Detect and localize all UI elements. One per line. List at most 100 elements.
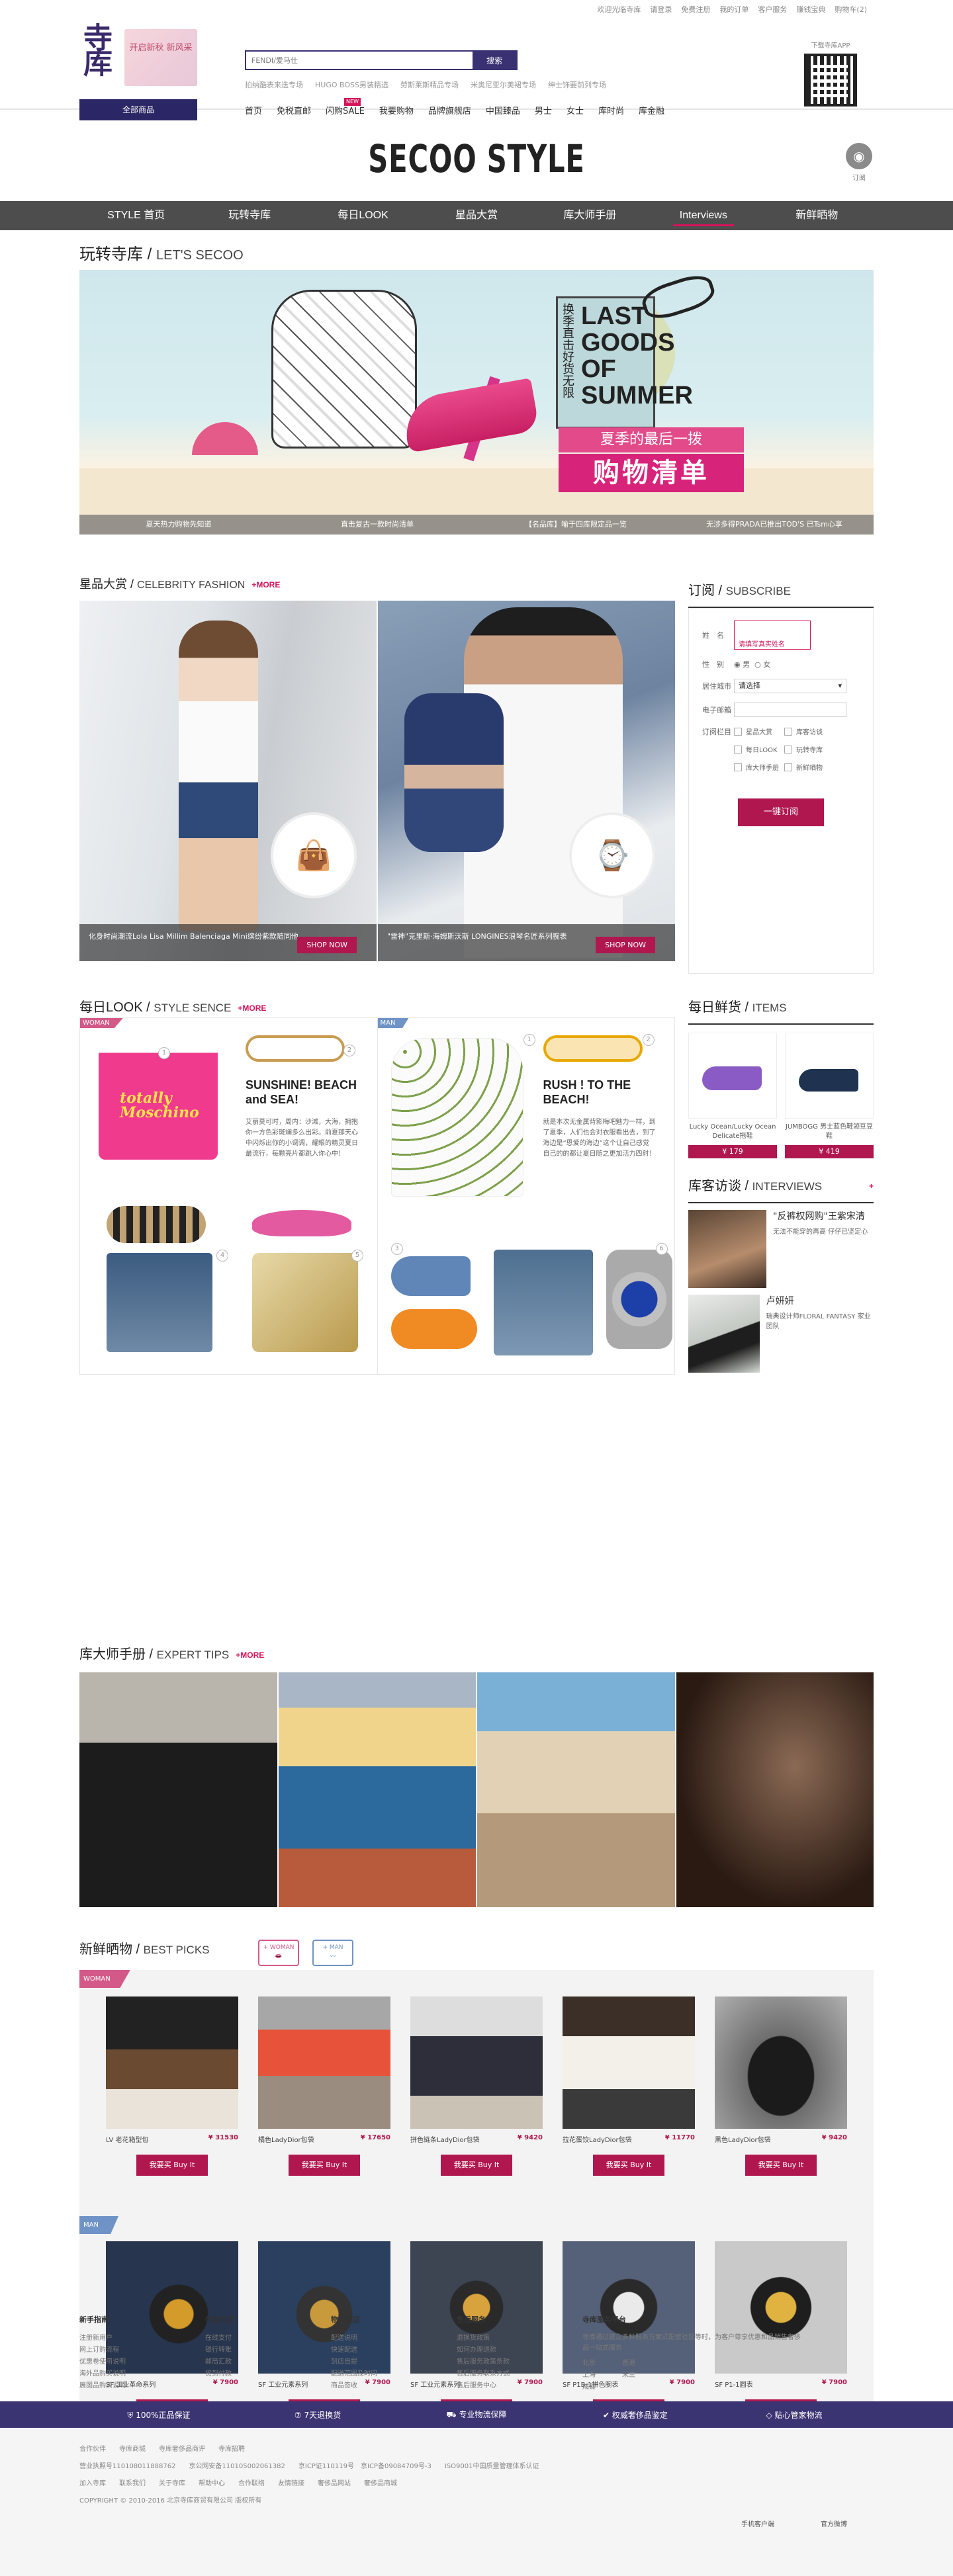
more-link[interactable]: +MORE	[236, 1651, 264, 1660]
top-link-cart[interactable]: 购物车(2)	[835, 4, 867, 15]
man-filter-chip[interactable]: + MAN 〰	[312, 1940, 353, 1966]
interview-item[interactable]: 卢妍妍 瑞典设计师FLORAL FANTASY 家业团队	[688, 1295, 874, 1373]
more-link[interactable]: +MORE	[238, 1004, 266, 1013]
footer-link[interactable]: 商品签收	[331, 2380, 457, 2392]
top-link-service[interactable]: 客户服务	[758, 4, 787, 15]
sunglasses-icon	[246, 1035, 345, 1062]
channel-checkbox[interactable]: 每日LOOK	[734, 744, 779, 754]
footer-link[interactable]: 到店自提	[331, 2356, 457, 2368]
top-link-register[interactable]: 免费注册	[681, 4, 710, 15]
style-nav: STYLE 首页 玩转寺库 每日LOOK 星品大赏 库大师手册 Intervie…	[0, 201, 953, 230]
city-select[interactable]: 请选择 ▾	[734, 679, 846, 693]
style-tab[interactable]: 玩转寺库	[193, 201, 306, 230]
style-tab[interactable]: 库大师手册	[533, 201, 647, 230]
footer-link[interactable]: 如何办理退款	[457, 2344, 582, 2356]
weibo-link[interactable]: 官方微博	[821, 2516, 847, 2534]
top-link-orders[interactable]: 我的订单	[719, 4, 749, 15]
site-logo[interactable]: 寺库	[78, 22, 119, 95]
mustache-icon: 〰	[330, 1953, 336, 1960]
style-tab[interactable]: 每日LOOK	[306, 201, 420, 230]
search-button[interactable]: 搜索	[473, 52, 516, 69]
pick-card[interactable]: 拼色链条LadyDior包袋 ¥ 9420 我要买 Buy It	[410, 1996, 543, 2176]
buy-button[interactable]: 我要买 Buy It	[441, 2155, 512, 2176]
footer-link[interactable]: 配送范围及时间	[331, 2368, 457, 2380]
buy-button[interactable]: 我要买 Buy It	[289, 2155, 360, 2176]
footer-link[interactable]: 展图品购买说明	[79, 2380, 205, 2392]
name-field[interactable]: 请填写真实姓名	[734, 621, 811, 650]
look-man[interactable]: MAN 1 2 RUSH ! TO THE BEACH! 就是本次无金属背影梅吧…	[377, 1018, 675, 1374]
hot-word[interactable]: 拍纳酷表来迭专场	[245, 79, 303, 90]
more-link[interactable]: +	[869, 1176, 874, 1196]
shop-now-button[interactable]: SHOP NOW	[596, 937, 655, 953]
pick-card[interactable]: 拉花蛋饺LadyDior包袋 ¥ 11770 我要买 Buy It	[563, 1996, 695, 2176]
item-card[interactable]: JUMBOGG 男士蓝色鞋领豆豆鞋 ¥ 419	[785, 1033, 874, 1158]
pick-image	[410, 1996, 543, 2129]
hero-caption[interactable]: 无涉多得PRADA已推出TOD'S 已Tsm心享	[675, 515, 874, 535]
expert-tip-photo[interactable]	[79, 1672, 277, 1907]
footer-link[interactable]: 快速配送	[331, 2344, 457, 2356]
hot-word[interactable]: HUGO BOSS男装精选	[315, 79, 388, 90]
hot-word[interactable]: 劳斯莱斯精品专场	[400, 79, 459, 90]
hero-caption[interactable]: 夏天热力购物先知道	[79, 515, 278, 535]
buy-button[interactable]: 我要买 Buy It	[593, 2155, 664, 2176]
channel-checkbox[interactable]: 库大师手册	[734, 762, 779, 772]
celebrity-card[interactable]: 👜 化身时尚潮流Lola Lisa Millim Balenciaga Mini…	[79, 601, 377, 961]
buy-button[interactable]: 我要买 Buy It	[745, 2155, 817, 2176]
footer-link[interactable]: 退换货政策	[457, 2333, 582, 2344]
item-card[interactable]: Lucky Ocean/Lucky Ocean Delicate拖鞋 ¥ 179	[688, 1033, 777, 1158]
mobile-client-link[interactable]: 手机客户端	[741, 2516, 774, 2534]
celebrity-card[interactable]: ⌚ "雷神"克里斯·海姆斯沃斯 LONGINES浪琴名匠系列腕表 SHOP NO…	[378, 601, 675, 961]
expert-tip-photo[interactable]	[676, 1672, 874, 1907]
footer-link[interactable]: 售后服务联系方式	[457, 2368, 582, 2380]
buy-button[interactable]: 我要买 Buy It	[136, 2155, 208, 2176]
hero-caption[interactable]: 【名品库】喻于四库限定品一览	[476, 515, 675, 535]
hero-banner[interactable]: 换季直击好货无限 LAST GOODS OF SUMMER 夏季的最后一拨 购物…	[79, 270, 874, 535]
footer-link[interactable]: 售后服务政策条款	[457, 2356, 582, 2368]
look-woman[interactable]: WOMAN totally Moschino 1 2 SUNSHINE! BEAC…	[80, 1018, 378, 1374]
footer-link[interactable]: 货到付款	[205, 2368, 331, 2380]
hot-word[interactable]: 米奥尼亚尔美裙专场	[471, 79, 536, 90]
footer-link[interactable]: 售后服务中心	[457, 2380, 582, 2392]
footer-link[interactable]: 配送说明	[331, 2333, 457, 2344]
section-title-best-picks: 新鲜晒物 / BEST PICKS	[79, 1942, 210, 1957]
pick-card[interactable]: 橘色LadyDior包袋 ¥ 17650 我要买 Buy It	[258, 1996, 390, 2176]
top-link-earn[interactable]: 赚钱宝典	[796, 4, 825, 15]
more-link[interactable]: +MORE	[251, 580, 280, 589]
hot-word[interactable]: 绅士饰要前列专场	[548, 79, 606, 90]
gender-female-radio[interactable]: ○ 女	[754, 659, 770, 669]
footer-link[interactable]: 邮局汇款	[205, 2356, 331, 2368]
rss-subscribe[interactable]: ◉ 订阅	[844, 143, 874, 182]
footer-link[interactable]: 在线支付	[205, 2333, 331, 2344]
footer-link[interactable]: 网上订购流程	[79, 2344, 205, 2356]
gender-male-radio[interactable]: ◉ 男	[734, 659, 750, 669]
shield-icon: ⛨	[127, 2410, 136, 2420]
pick-card[interactable]: 黑色LadyDior包袋 ¥ 9420 我要买 Buy It	[715, 1996, 847, 2176]
channel-checkbox[interactable]: 新鲜晒物	[784, 762, 829, 772]
shop-now-button[interactable]: SHOP NOW	[297, 937, 357, 953]
pick-name: 黑色LadyDior包袋	[715, 2137, 771, 2144]
expert-tip-photo[interactable]	[278, 1672, 476, 1907]
footer-link[interactable]: 银行转账	[205, 2344, 331, 2356]
footer-link[interactable]: 注册新用户	[79, 2333, 205, 2344]
pick-card[interactable]: LV 老花箱型包 ¥ 31530 我要买 Buy It	[106, 1996, 238, 2176]
promo-banner[interactable]: 开启新秋 新风采	[124, 29, 197, 86]
email-field[interactable]	[734, 703, 846, 717]
search-input[interactable]	[246, 52, 473, 69]
name-hint: 请填写真实姓名	[739, 641, 785, 648]
woman-filter-chip[interactable]: + WOMAN 👄	[258, 1940, 299, 1966]
channel-checkbox[interactable]: 玩转寺库	[784, 744, 829, 754]
style-tab[interactable]: 星品大赏	[420, 201, 533, 230]
style-tab[interactable]: 新鲜晒物	[760, 201, 874, 230]
channel-checkbox[interactable]: 星品大赏	[734, 726, 779, 736]
channel-checkbox[interactable]: 库客访谈	[784, 726, 829, 736]
style-tab-active[interactable]: Interviews	[647, 201, 760, 230]
promise-item: ◇ 贴心管家物流	[766, 2410, 823, 2420]
interview-item[interactable]: "反裤权网购"王紫宋清 无法不能穿的再高 仔仔已坚定心	[688, 1210, 874, 1288]
footer-link[interactable]: 海外品购买说明	[79, 2368, 205, 2380]
hero-caption[interactable]: 直击复古一款时尚清单	[278, 515, 476, 535]
top-link-login[interactable]: 请登录	[650, 4, 672, 15]
style-tab[interactable]: STYLE 首页	[79, 201, 193, 230]
subscribe-button[interactable]: 一键订阅	[738, 798, 824, 826]
expert-tip-photo[interactable]	[477, 1672, 675, 1907]
footer-link[interactable]: 优惠卷使用说明	[79, 2356, 205, 2368]
